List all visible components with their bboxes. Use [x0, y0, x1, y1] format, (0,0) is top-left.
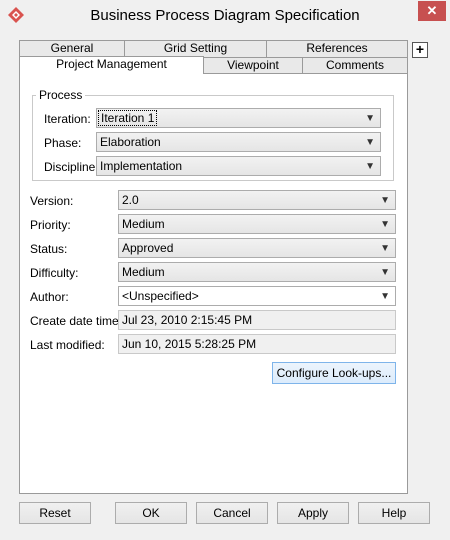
difficulty-select[interactable]: Medium ▼ [118, 262, 396, 282]
chevron-down-icon: ▼ [380, 267, 390, 278]
discipline-label: Discipline: [44, 160, 99, 174]
window-title: Business Process Diagram Specification [90, 7, 360, 24]
maximize-panel-button[interactable]: + [412, 42, 428, 58]
iteration-select[interactable]: Iteration 1 ▼ [96, 108, 381, 128]
tab-comments[interactable]: Comments [302, 57, 408, 74]
status-select[interactable]: Approved ▼ [118, 238, 396, 258]
plus-icon: + [415, 41, 425, 57]
close-button[interactable]: ✕ [418, 1, 446, 21]
tab-project-management[interactable]: Project Management [19, 56, 204, 74]
chevron-down-icon: ▼ [380, 243, 390, 254]
apply-button[interactable]: Apply [277, 502, 349, 524]
ok-button[interactable]: OK [115, 502, 187, 524]
last-modified-label: Last modified: [30, 338, 105, 352]
tab-viewpoint[interactable]: Viewpoint [203, 57, 303, 74]
discipline-select[interactable]: Implementation ▼ [96, 156, 381, 176]
difficulty-label: Difficulty: [30, 266, 79, 280]
priority-label: Priority: [30, 218, 71, 232]
cancel-button[interactable]: Cancel [196, 502, 268, 524]
tab-references[interactable]: References [266, 40, 408, 58]
process-group-legend: Process [36, 88, 86, 102]
chevron-down-icon: ▼ [380, 291, 390, 302]
create-date-value: Jul 23, 2010 2:15:45 PM [118, 310, 396, 330]
chevron-down-icon: ▼ [365, 137, 375, 148]
chevron-down-icon: ▼ [380, 219, 390, 230]
reset-button[interactable]: Reset [19, 502, 91, 524]
version-select[interactable]: 2.0 ▼ [118, 190, 396, 210]
iteration-label: Iteration: [44, 112, 91, 126]
close-icon: ✕ [426, 3, 438, 18]
priority-select[interactable]: Medium ▼ [118, 214, 396, 234]
chevron-down-icon: ▼ [365, 113, 375, 124]
phase-select[interactable]: Elaboration ▼ [96, 132, 381, 152]
chevron-down-icon: ▼ [380, 195, 390, 206]
help-button[interactable]: Help [358, 502, 430, 524]
chevron-down-icon: ▼ [365, 161, 375, 172]
author-label: Author: [30, 290, 69, 304]
last-modified-value: Jun 10, 2015 5:28:25 PM [118, 334, 396, 354]
create-date-label: Create date time: [30, 314, 123, 328]
author-select[interactable]: <Unspecified> ▼ [118, 286, 396, 306]
status-label: Status: [30, 242, 68, 256]
version-label: Version: [30, 194, 74, 208]
configure-lookups-button[interactable]: Configure Look-ups... [272, 362, 396, 384]
dialog-window: Business Process Diagram Specification ✕… [0, 0, 450, 540]
phase-label: Phase: [44, 136, 82, 150]
title-bar[interactable]: Business Process Diagram Specification ✕ [0, 0, 450, 32]
